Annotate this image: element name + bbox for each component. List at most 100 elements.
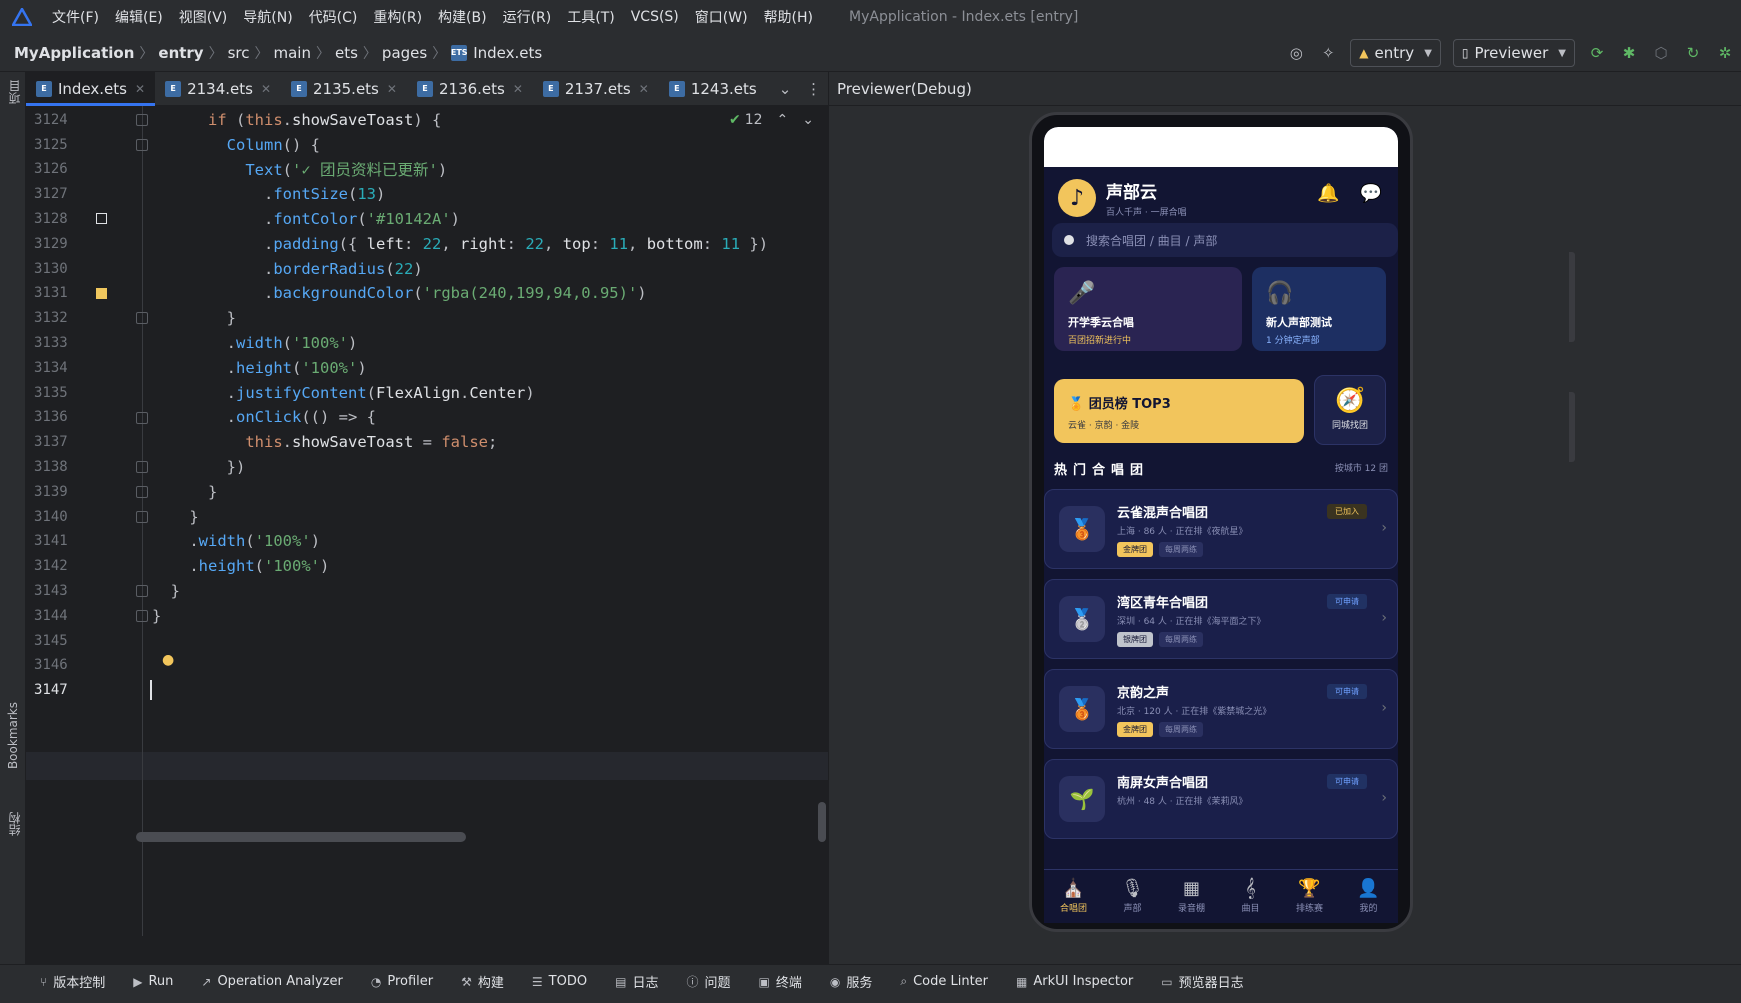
device-manager-icon[interactable]: ✧ [1314, 39, 1342, 67]
tool-code-linter[interactable]: ⌕ Code Linter [900, 974, 988, 989]
breadcrumb-src[interactable]: src [228, 44, 250, 62]
close-icon[interactable]: ✕ [513, 82, 523, 96]
promo-card-choir[interactable]: 🎤 开学季云合唱 百团招新进行中 [1054, 267, 1242, 351]
fold-icon[interactable] [136, 510, 148, 523]
breadcrumb-module[interactable]: entry [158, 44, 203, 62]
close-icon[interactable]: ✕ [387, 82, 397, 96]
debug-icon[interactable]: ✱ [1615, 39, 1643, 67]
color-swatch-icon[interactable] [96, 287, 107, 299]
nav-contest[interactable]: 🏆 排练赛 [1280, 870, 1339, 923]
menu-help[interactable]: 帮助(H) [764, 7, 813, 27]
menu-tools[interactable]: 工具(T) [567, 7, 614, 27]
choir-card[interactable]: 🥈 湾区青年合唱团 深圳 · 64 人 · 正在排《海平面之下》 银牌团 每周两… [1044, 579, 1398, 659]
close-icon[interactable]: ✕ [639, 82, 649, 96]
bell-icon[interactable]: 🔔 [1317, 183, 1339, 204]
structure-tool-button[interactable]: 结构 [6, 812, 23, 836]
tool-build[interactable]: ⚒ 构建 [461, 972, 504, 992]
nav-songs[interactable]: 𝄞 曲目 [1221, 870, 1280, 923]
choir-tag: 金牌团 [1117, 542, 1153, 557]
choir-card[interactable]: 🥉 云雀混声合唱团 上海 · 86 人 · 正在排《夜航星》 金牌团 每周两练 … [1044, 489, 1398, 569]
leaderboard-card[interactable]: 🏅 团员榜 TOP3 云雀 · 京韵 · 金陵 [1054, 379, 1304, 443]
more-icon[interactable]: ⋮ [801, 75, 826, 103]
breadcrumb-ets[interactable]: ets [335, 44, 358, 62]
nav-choir[interactable]: ⛪ 合唱团 [1044, 870, 1103, 923]
tool-run[interactable]: ▶ Run [133, 974, 173, 989]
choir-name: 京韵之声 [1117, 686, 1170, 701]
choir-card[interactable]: 🌱 南屏女声合唱团 杭州 · 48 人 · 正在排《茉莉风》 可申请 › [1044, 759, 1398, 839]
tool-log[interactable]: ▤ 日志 [615, 972, 658, 992]
tab-2136-ets[interactable]: E 2136.ets ✕ [407, 72, 533, 106]
nearby-choir-button[interactable]: 🧭 同城找团 [1314, 375, 1386, 445]
gold-medal-icon: 🥉 [1059, 686, 1105, 732]
breadcrumb-file[interactable]: Index.ets [473, 44, 542, 62]
tool-terminal[interactable]: ▣ 终端 [758, 972, 801, 992]
fold-icon[interactable] [136, 585, 148, 598]
project-tool-button[interactable]: 项目 [6, 80, 23, 104]
fold-icon[interactable] [136, 138, 148, 151]
fold-icon[interactable] [136, 114, 148, 126]
breadcrumb-main[interactable]: main [274, 44, 311, 62]
fold-icon[interactable] [136, 610, 148, 622]
menu-window[interactable]: 窗口(W) [695, 7, 748, 27]
menu-file[interactable]: 文件(F) [52, 7, 99, 27]
module-selector[interactable]: ▲ entry ▼ [1350, 39, 1441, 67]
close-icon[interactable]: ✕ [261, 82, 271, 96]
menu-code[interactable]: 代码(C) [309, 7, 358, 27]
section-title: 热门合唱团 [1054, 463, 1150, 478]
tool-previewer-log[interactable]: ▭ 预览器日志 [1161, 972, 1243, 992]
tool-label: 构建 [477, 976, 504, 991]
color-swatch-icon[interactable] [96, 213, 107, 225]
device-selector[interactable]: ▯ Previewer ▼ [1452, 39, 1575, 67]
horizontal-scrollbar[interactable] [136, 832, 466, 842]
leaderboard-title: 团员榜 TOP3 [1088, 397, 1171, 412]
nav-voice[interactable]: 🎙 声部 [1103, 870, 1162, 923]
church-icon: ⛪ [1062, 878, 1085, 899]
tool-profiler[interactable]: ◔ Profiler [371, 974, 433, 989]
bookmarks-tool-button[interactable]: Bookmarks [6, 702, 20, 769]
fold-icon[interactable] [136, 411, 148, 424]
rerun-icon[interactable]: ↻ [1679, 39, 1707, 67]
promo-card-test[interactable]: 🎧 新人声部测试 1 分钟定声部 [1252, 267, 1386, 351]
fold-icon[interactable] [136, 461, 148, 474]
profile-icon[interactable]: ⬡ [1647, 39, 1675, 67]
run-icon[interactable]: ⟳ [1583, 39, 1611, 67]
tool-services[interactable]: ◉ 服务 [830, 972, 873, 992]
menu-navigate[interactable]: 导航(N) [243, 7, 292, 27]
vertical-scrollbar[interactable] [818, 802, 826, 842]
menu-run[interactable]: 运行(R) [503, 7, 552, 27]
menu-view[interactable]: 视图(V) [179, 7, 228, 27]
nav-profile[interactable]: 👤 我的 [1339, 870, 1398, 923]
choir-card[interactable]: 🥉 京韵之声 北京 · 120 人 · 正在排《紫禁城之光》 金牌团 每周两练 … [1044, 669, 1398, 749]
menu-build[interactable]: 构建(B) [438, 7, 487, 27]
section-filter[interactable]: 按城市 12 团 [1335, 461, 1388, 474]
menu-edit[interactable]: 编辑(E) [115, 7, 163, 27]
tab-2134-ets[interactable]: E 2134.ets ✕ [155, 72, 281, 106]
code-editor[interactable]: ✔ 12 ⌃ ⌄ 3124 if (this.showSaveToast) { … [26, 106, 828, 936]
close-icon[interactable]: ✕ [135, 82, 145, 96]
tab-list-chevron-icon[interactable]: ⌄ [773, 75, 798, 103]
ets-file-icon: E [542, 80, 559, 97]
tab-1243-ets[interactable]: E 1243.ets [659, 72, 767, 106]
breadcrumb-project[interactable]: MyApplication [14, 44, 134, 62]
menu-vcs[interactable]: VCS(S) [631, 9, 679, 25]
tool-problems[interactable]: ⓘ 问题 [686, 972, 730, 991]
tab-2137-ets[interactable]: E 2137.ets ✕ [533, 72, 659, 106]
code-text: .padding({ left: 22, right: 22, top: 11,… [152, 234, 769, 253]
tool-todo[interactable]: ☰ TODO [532, 974, 587, 989]
tool-arkui-inspector[interactable]: ▦ ArkUI Inspector [1016, 974, 1133, 989]
line-number: 3145 [34, 632, 68, 649]
tab-index-ets[interactable]: E Index.ets ✕ [26, 71, 156, 106]
search-input[interactable]: 搜索合唱团 / 曲目 / 声部 [1052, 223, 1398, 257]
menu-refactor[interactable]: 重构(R) [373, 7, 422, 27]
lightbulb-icon[interactable]: ● [162, 652, 174, 668]
tool-vcs[interactable]: ⑂ 版本控制 [40, 972, 105, 992]
message-icon[interactable]: 💬 [1360, 183, 1382, 204]
tool-operation-analyzer[interactable]: ↗ Operation Analyzer [201, 974, 342, 989]
fold-icon[interactable] [136, 312, 148, 325]
fold-icon[interactable] [136, 486, 148, 498]
tab-2135-ets[interactable]: E 2135.ets ✕ [281, 72, 407, 106]
target-icon[interactable]: ◎ [1282, 39, 1310, 67]
attach-debugger-icon[interactable]: ✲ [1711, 39, 1739, 67]
breadcrumb-pages[interactable]: pages [382, 44, 427, 62]
nav-studio[interactable]: ▦ 录音棚 [1162, 870, 1221, 923]
